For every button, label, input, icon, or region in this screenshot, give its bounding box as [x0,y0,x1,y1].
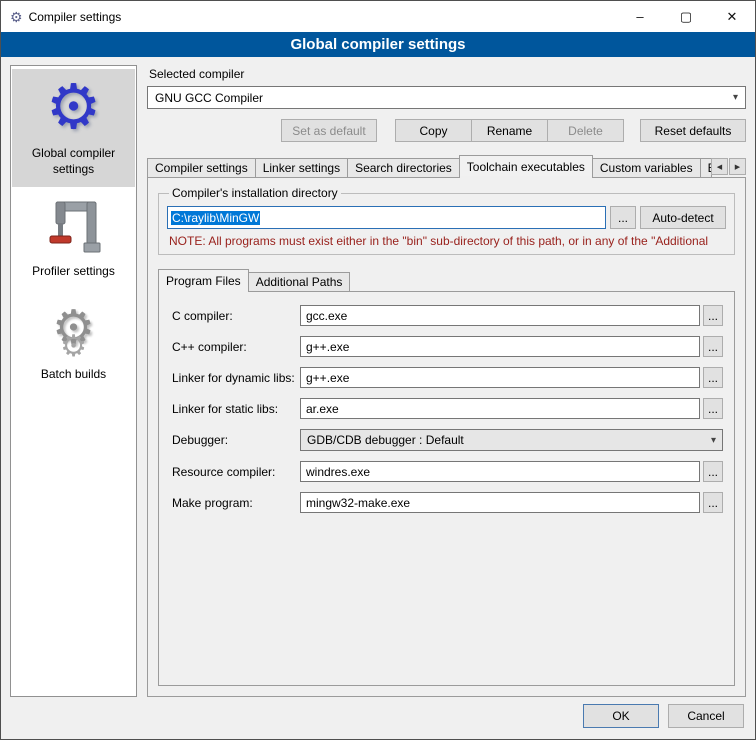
sidebar-item-batch-builds[interactable]: ⚙ ⚙ Batch builds [12,290,135,393]
make-program-label: Make program: [172,496,300,510]
cpp-compiler-input[interactable] [300,336,700,357]
reset-defaults-button[interactable]: Reset defaults [640,119,746,142]
minimize-button[interactable]: – [617,1,663,32]
settings-tabbar: Compiler settings Linker settings Search… [147,155,746,177]
sidebar-item-profiler-settings[interactable]: Profiler settings [12,187,135,290]
tab-program-files[interactable]: Program Files [158,269,249,291]
tab-scrollers: ◀ ▶ [711,158,746,177]
window-title: Compiler settings [29,10,122,24]
programs-tabbar: Program Files Additional Paths [158,269,735,291]
close-icon: ✕ [727,9,738,25]
compiler-actions: Set as default Copy Rename Delete Reset … [147,119,746,142]
tab-scroll-left-icon[interactable]: ◀ [711,158,728,175]
browse-directory-button[interactable]: ... [610,206,636,229]
resource-compiler-label: Resource compiler: [172,465,300,479]
installation-directory-row: C:\raylib\MinGW ... Auto-detect [167,206,726,229]
selected-compiler-value: GNU GCC Compiler [155,91,263,105]
installation-directory-group: Compiler's installation directory C:\ray… [158,186,735,255]
main-area: Selected compiler GNU GCC Compiler ▾ Set… [147,65,746,697]
c-compiler-row: C compiler: ... [172,305,723,326]
dialog-footer: OK Cancel [1,701,755,739]
maximize-icon: ▢ [680,9,692,25]
dynamic-linker-input[interactable] [300,367,700,388]
make-program-browse-button[interactable]: ... [703,492,723,513]
rename-button[interactable]: Rename [471,119,548,142]
debugger-dropdown[interactable]: GDB/CDB debugger : Default ▾ [300,429,723,451]
set-as-default-button[interactable]: Set as default [281,119,377,142]
page-title: Global compiler settings [1,32,755,57]
ok-button[interactable]: OK [583,704,659,728]
delete-button[interactable]: Delete [547,119,624,142]
sidebar-item-label: Batch builds [41,367,106,383]
cpp-compiler-label: C++ compiler: [172,340,300,354]
tab-additional-paths[interactable]: Additional Paths [248,272,351,291]
blue-gear-icon: ⚙ [46,75,102,141]
maximize-button[interactable]: ▢ [663,1,709,32]
installation-directory-legend: Compiler's installation directory [169,186,341,200]
minimize-icon: – [636,9,643,24]
make-program-row: Make program: ... [172,492,723,513]
debugger-label: Debugger: [172,433,300,447]
auto-detect-button[interactable]: Auto-detect [640,206,726,229]
c-compiler-input[interactable] [300,305,700,326]
bin-subdirectory-note: NOTE: All programs must exist either in … [169,234,724,248]
copy-button[interactable]: Copy [395,119,472,142]
sidebar-item-global-compiler-settings[interactable]: ⚙ Global compiler settings [12,69,135,187]
dynamic-linker-browse-button[interactable]: ... [703,367,723,388]
gray-gears-icon: ⚙ ⚙ [52,296,95,362]
selected-compiler-label: Selected compiler [149,67,746,81]
debugger-row: Debugger: GDB/CDB debugger : Default ▾ [172,429,723,451]
toolchain-panel: Compiler's installation directory C:\ray… [147,177,746,697]
resource-compiler-row: Resource compiler: ... [172,461,723,482]
cpp-compiler-browse-button[interactable]: ... [703,336,723,357]
tab-search-directories[interactable]: Search directories [347,158,460,177]
selected-compiler-dropdown[interactable]: GNU GCC Compiler ▾ [147,86,746,109]
c-compiler-browse-button[interactable]: ... [703,305,723,326]
sidebar-item-label: Global compiler settings [14,146,133,177]
sidebar-item-label: Profiler settings [32,264,115,280]
dynamic-linker-row: Linker for dynamic libs: ... [172,367,723,388]
static-linker-input[interactable] [300,398,700,419]
program-files-panel: C compiler: ... C++ compiler: ... Linker… [158,291,735,686]
chevron-down-icon: ▾ [733,92,738,103]
static-linker-browse-button[interactable]: ... [703,398,723,419]
tab-toolchain-executables[interactable]: Toolchain executables [459,155,593,177]
static-linker-label: Linker for static libs: [172,402,300,416]
app-gear-icon: ⚙ [10,10,23,24]
tab-scroll-right-icon[interactable]: ▶ [729,158,746,175]
static-linker-row: Linker for static libs: ... [172,398,723,419]
tab-custom-variables[interactable]: Custom variables [592,158,701,177]
debugger-value: GDB/CDB debugger : Default [307,433,464,447]
resource-compiler-input[interactable] [300,461,700,482]
window-controls: – ▢ ✕ [617,1,755,32]
tab-compiler-settings[interactable]: Compiler settings [147,158,256,177]
gear-glyph-small: ⚙ [60,332,87,362]
installation-directory-input[interactable]: C:\raylib\MinGW [167,206,606,229]
c-compiler-label: C compiler: [172,309,300,323]
make-program-input[interactable] [300,492,700,513]
chevron-down-icon: ▾ [711,435,716,446]
compiler-settings-dialog: ⚙ Compiler settings – ▢ ✕ Global compile… [0,0,756,740]
dynamic-linker-label: Linker for dynamic libs: [172,371,300,385]
close-button[interactable]: ✕ [709,1,755,32]
tab-linker-settings[interactable]: Linker settings [255,158,348,177]
gear-glyph: ⚙ [46,75,102,141]
profiler-clamp-icon [47,193,101,259]
cpp-compiler-row: C++ compiler: ... [172,336,723,357]
installation-directory-value: C:\raylib\MinGW [171,211,260,225]
titlebar: ⚙ Compiler settings – ▢ ✕ [1,1,755,32]
cancel-button[interactable]: Cancel [668,704,744,728]
resource-compiler-browse-button[interactable]: ... [703,461,723,482]
settings-sidebar: ⚙ Global compiler settings Profiler sett… [10,65,137,697]
dialog-content: ⚙ Global compiler settings Profiler sett… [1,57,755,701]
